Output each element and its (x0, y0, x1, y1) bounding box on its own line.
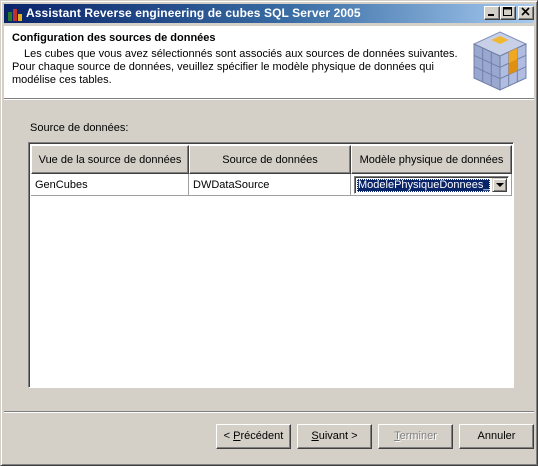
previous-button[interactable]: < Précédent (216, 424, 291, 449)
finish-button-label: erminer (399, 430, 437, 442)
page-description: Les cubes que vous avez sélectionnés son… (12, 48, 462, 87)
header-divider (4, 99, 534, 100)
finish-button[interactable]: Terminer (378, 424, 453, 449)
column-header-view[interactable]: Vue de la source de données (31, 145, 189, 174)
footer-divider-highlight (4, 412, 534, 413)
datasource-label: Source de données: (30, 122, 129, 134)
cell-view[interactable]: GenCubes (31, 174, 189, 196)
model-select-value[interactable]: ModelePhysiqueDonnees_1 (357, 179, 490, 192)
title-bar[interactable]: Assistant Reverse engineering de cubes S… (4, 4, 534, 23)
description-line-2: Pour chaque source de données, veuillez … (12, 61, 434, 86)
app-icon (8, 9, 22, 21)
next-button-label: uivant > (318, 430, 358, 442)
cube-icon (472, 31, 528, 91)
wizard-header: Configuration des sources de données Les… (4, 26, 534, 99)
previous-button-prefix: < (223, 430, 234, 442)
minimize-button[interactable] (484, 6, 500, 20)
maximize-button[interactable] (500, 6, 516, 20)
minimize-icon (488, 14, 494, 16)
previous-button-label: récédent (240, 430, 284, 442)
table-row[interactable]: GenCubes DWDataSource ModelePhysiqueDonn… (31, 174, 512, 196)
wizard-window: Assistant Reverse engineering de cubes S… (0, 0, 538, 466)
page-title: Configuration des sources de données (12, 32, 216, 44)
column-header-source[interactable]: Source de données (189, 145, 351, 174)
close-button[interactable] (518, 6, 534, 20)
chevron-down-icon[interactable] (492, 178, 507, 192)
next-button-mnemonic: S (311, 430, 319, 442)
cancel-button[interactable]: Annuler (459, 424, 534, 449)
close-icon (521, 7, 530, 16)
datasource-grid[interactable]: Vue de la source de données Source de do… (28, 142, 514, 388)
column-header-model[interactable]: Modèle physique de données (351, 145, 512, 174)
description-line-1: Les cubes que vous avez sélectionnés son… (24, 48, 458, 60)
next-button[interactable]: Suivant > (297, 424, 372, 449)
previous-button-mnemonic: P (233, 430, 241, 442)
cell-source[interactable]: DWDataSource (189, 174, 351, 196)
window-title: Assistant Reverse engineering de cubes S… (26, 6, 361, 20)
model-select[interactable]: ModelePhysiqueDonnees_1 (354, 176, 509, 194)
cell-model[interactable]: ModelePhysiqueDonnees_1 (351, 174, 512, 196)
maximize-icon (503, 7, 512, 16)
